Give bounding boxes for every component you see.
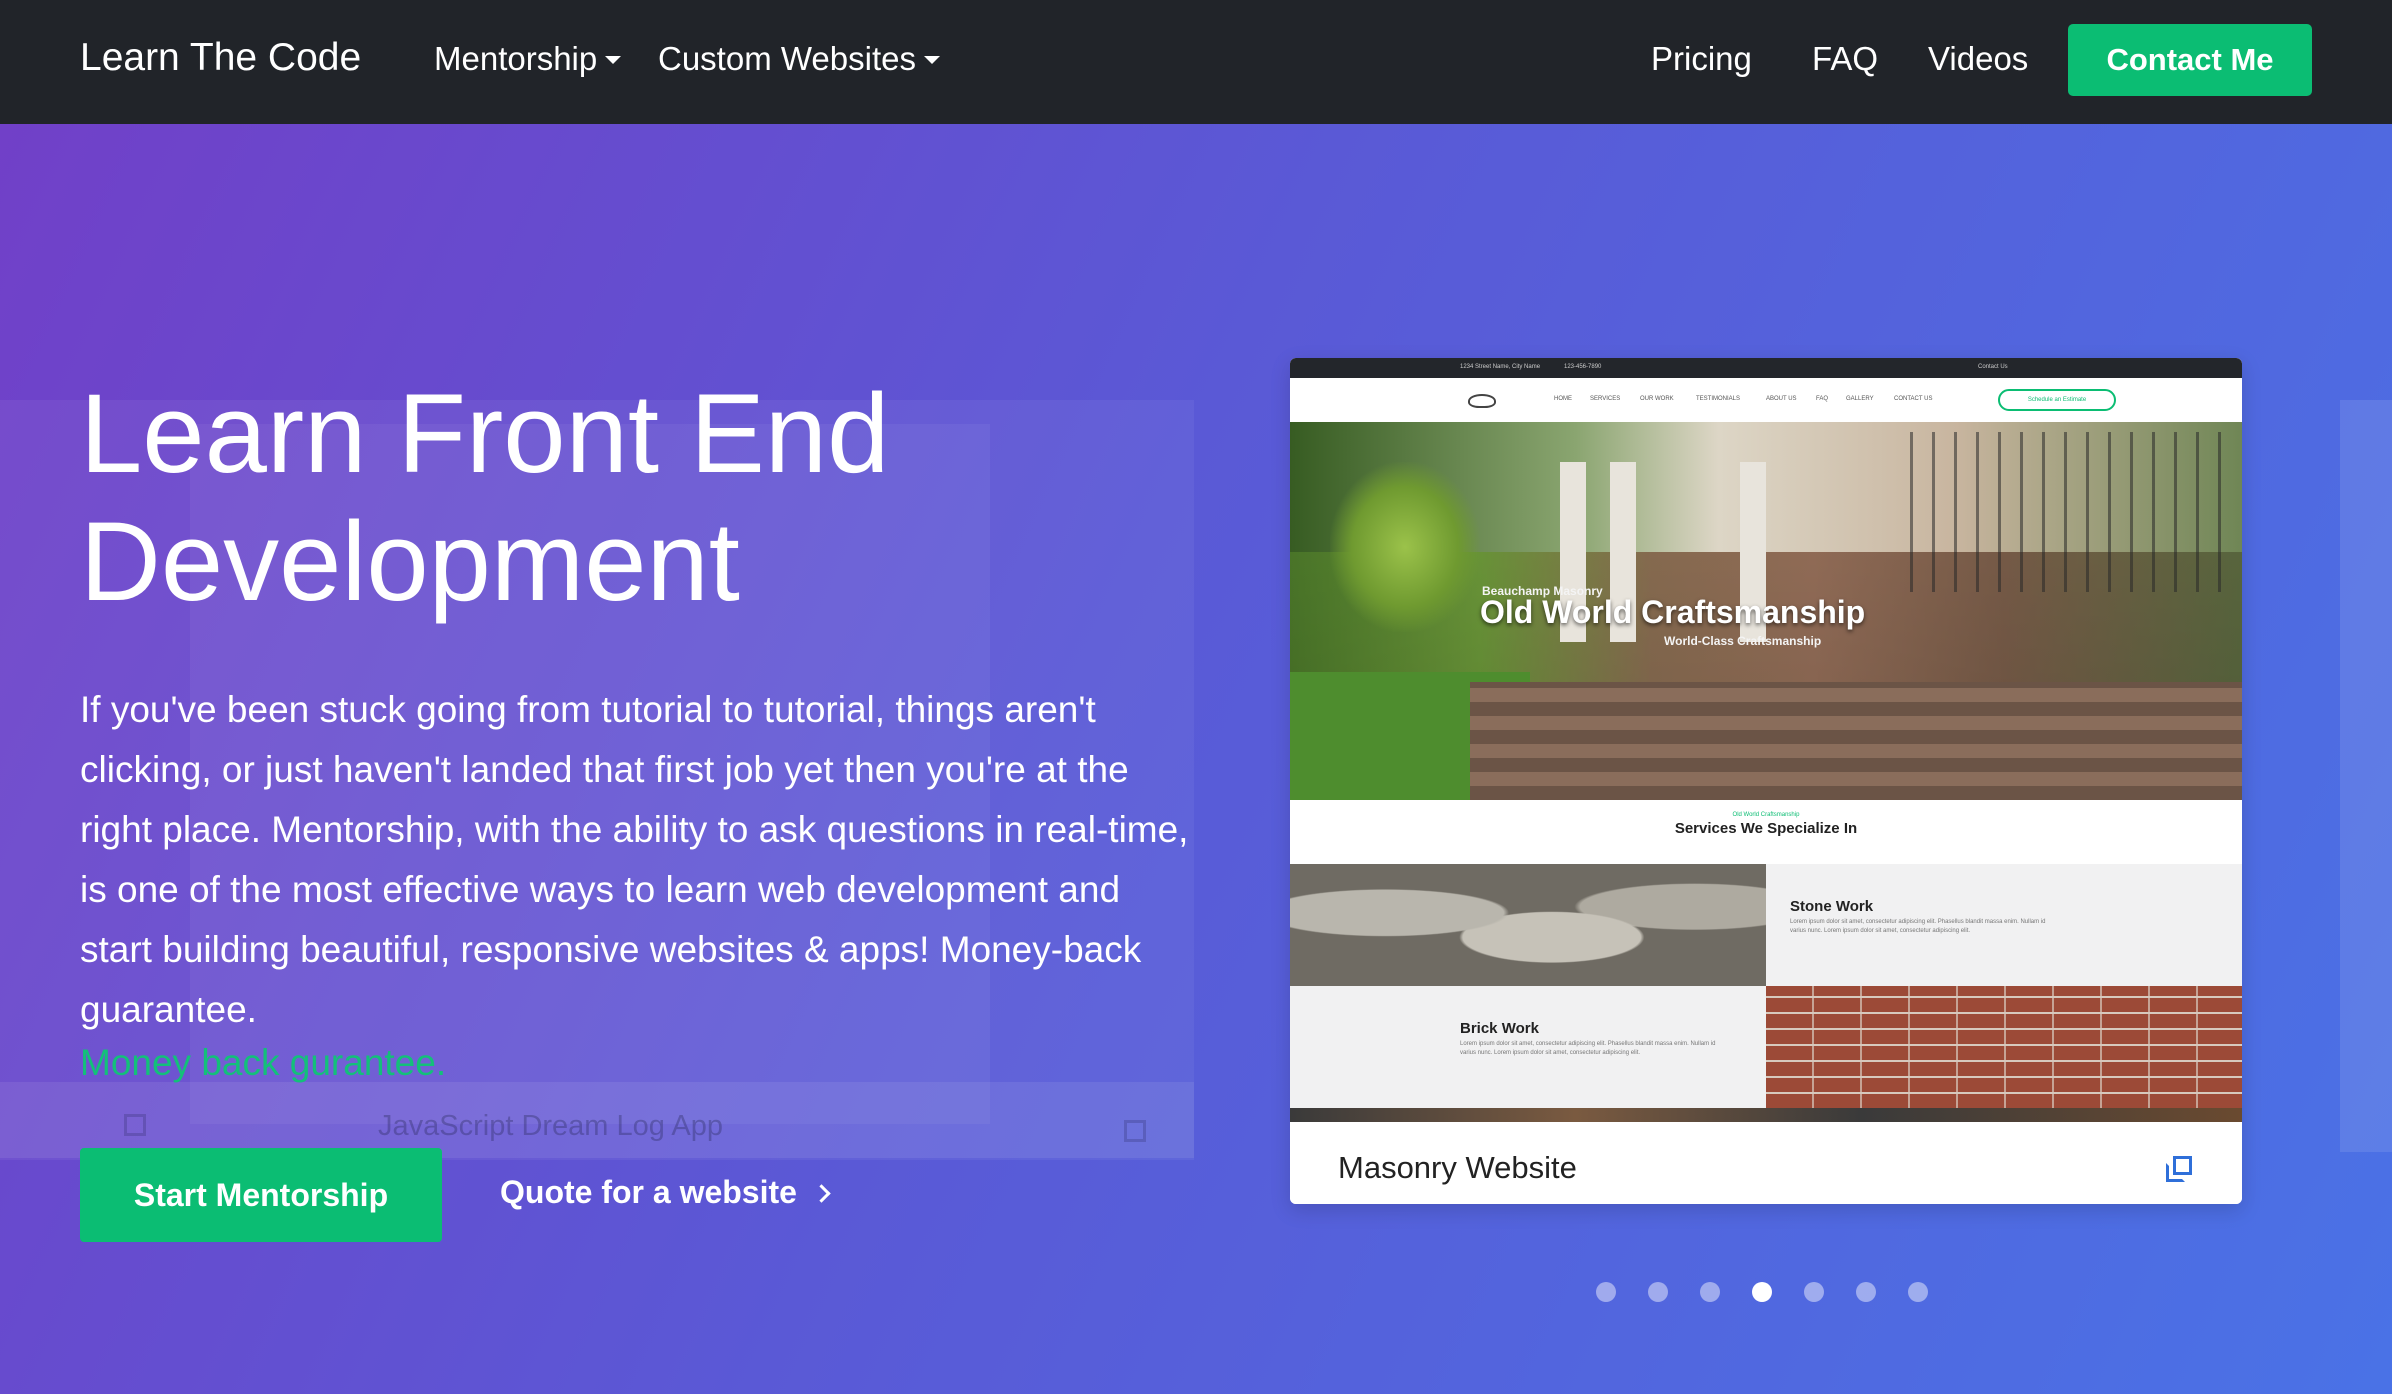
hero-section: JavaScript Dream Log App Learn Front End… — [0, 124, 2392, 1394]
nav-dropdown-mentorship[interactable]: Mentorship — [434, 40, 622, 78]
chevron-right-icon — [812, 1184, 831, 1203]
preview-nav-item: GALLERY — [1846, 396, 1874, 402]
carousel-dot[interactable] — [1804, 1282, 1824, 1302]
nav-dropdown-mentorship-label: Mentorship — [434, 40, 598, 77]
project-card-title: Masonry Website — [1338, 1150, 1577, 1185]
preview-stone-wall — [1470, 682, 2242, 800]
preview-service-title: Stone Work — [1790, 898, 1874, 915]
carousel-dot[interactable] — [1752, 1282, 1772, 1302]
quote-for-website-link[interactable]: Quote for a website — [500, 1174, 831, 1211]
preview-hero-tag: World-Class Craftsmanship — [1664, 634, 1822, 648]
preview-tree — [1330, 462, 1480, 632]
caret-down-icon — [605, 56, 622, 64]
ghost-external-link-icon — [124, 1114, 146, 1136]
preview-contact: Contact Us — [1978, 364, 2008, 370]
preview-address: 1234 Street Name, City Name — [1460, 364, 1541, 370]
project-screenshot: 1234 Street Name, City Name 123-456-7890… — [1290, 358, 2242, 1122]
preview-section-title: Services We Specialize In — [1674, 820, 1858, 837]
preview-nav: HOME SERVICES OUR WORK TESTIMONIALS ABOU… — [1290, 378, 2242, 422]
preview-brick-image — [1766, 986, 2242, 1108]
nav-link-faq[interactable]: FAQ — [1812, 40, 1878, 78]
preview-section-kicker: Old World Craftsmanship — [1732, 812, 1800, 818]
preview-nav-item: OUR WORK — [1640, 396, 1674, 402]
project-card-footer: Masonry Website — [1290, 1122, 2242, 1204]
ghost-external-link-icon — [1124, 1120, 1146, 1142]
carousel-indicators — [1596, 1282, 1928, 1304]
nav-dropdown-custom-websites[interactable]: Custom Websites — [658, 40, 940, 78]
carousel-dot[interactable] — [1648, 1282, 1668, 1302]
preview-stone-panel: Stone Work Lorem ipsum dolor sit amet, c… — [1766, 864, 2242, 986]
preview-nav-item: HOME — [1554, 396, 1572, 402]
preview-hero-image: Beauchamp Masonry Old World Craftsmanshi… — [1290, 422, 2242, 800]
project-card[interactable]: 1234 Street Name, City Name 123-456-7890… — [1290, 358, 2242, 1204]
hero-title-line-1: Learn Front End — [80, 371, 890, 496]
ghost-slide-title: JavaScript Dream Log App — [378, 1110, 723, 1142]
preview-stone-image — [1290, 864, 1766, 986]
caret-down-icon — [923, 56, 940, 64]
preview-logo-icon — [1468, 394, 1496, 408]
preview-service-title: Brick Work — [1460, 1020, 1539, 1037]
top-navbar: Learn The Code Mentorship Custom Website… — [0, 0, 2392, 124]
quote-for-website-label: Quote for a website — [500, 1174, 797, 1210]
nav-link-pricing[interactable]: Pricing — [1651, 40, 1752, 78]
preview-nav-item: SERVICES — [1590, 396, 1621, 402]
preview-nav-item: TESTIMONIALS — [1696, 396, 1741, 402]
preview-brick-panel: Brick Work Lorem ipsum dolor sit amet, c… — [1290, 986, 1766, 1108]
nav-link-videos[interactable]: Videos — [1928, 40, 2028, 78]
external-link-icon[interactable] — [2166, 1156, 2192, 1182]
hero-title-line-2: Development — [80, 499, 740, 624]
preview-nav-item: CONTACT US — [1894, 396, 1933, 402]
carousel-dot[interactable] — [1596, 1282, 1616, 1302]
next-slide-peek — [2340, 400, 2392, 1152]
preview-nav-item: FAQ — [1816, 396, 1829, 402]
preview-nav-item: ABOUT US — [1766, 396, 1797, 402]
preview-hero-title: Old World Craftsmanship — [1480, 594, 1866, 630]
money-back-link[interactable]: Money back gurantee. — [80, 1042, 446, 1084]
brand-logo[interactable]: Learn The Code — [80, 36, 361, 80]
hero-title: Learn Front End Development — [80, 370, 1180, 626]
preview-service-text: Lorem ipsum dolor sit amet, consectetur … — [1790, 919, 2046, 934]
contact-me-button[interactable]: Contact Me — [2068, 24, 2312, 96]
preview-phone: 123-456-7890 — [1564, 364, 1602, 370]
preview-bottom-strip — [1290, 1108, 2242, 1122]
carousel-dot[interactable] — [1856, 1282, 1876, 1302]
preview-service-text: Lorem ipsum dolor sit amet, consectetur … — [1460, 1041, 1716, 1056]
carousel-dot[interactable] — [1700, 1282, 1720, 1302]
carousel-dot[interactable] — [1908, 1282, 1928, 1302]
preview-estimate-button: Schedule an Estimate — [1998, 389, 2116, 411]
hero-description: If you've been stuck going from tutorial… — [80, 689, 1189, 1030]
start-mentorship-button[interactable]: Start Mentorship — [80, 1148, 442, 1242]
nav-dropdown-custom-websites-label: Custom Websites — [658, 40, 916, 77]
preview-railing — [1910, 432, 2240, 592]
preview-topbar: 1234 Street Name, City Name 123-456-7890… — [1290, 358, 2242, 378]
